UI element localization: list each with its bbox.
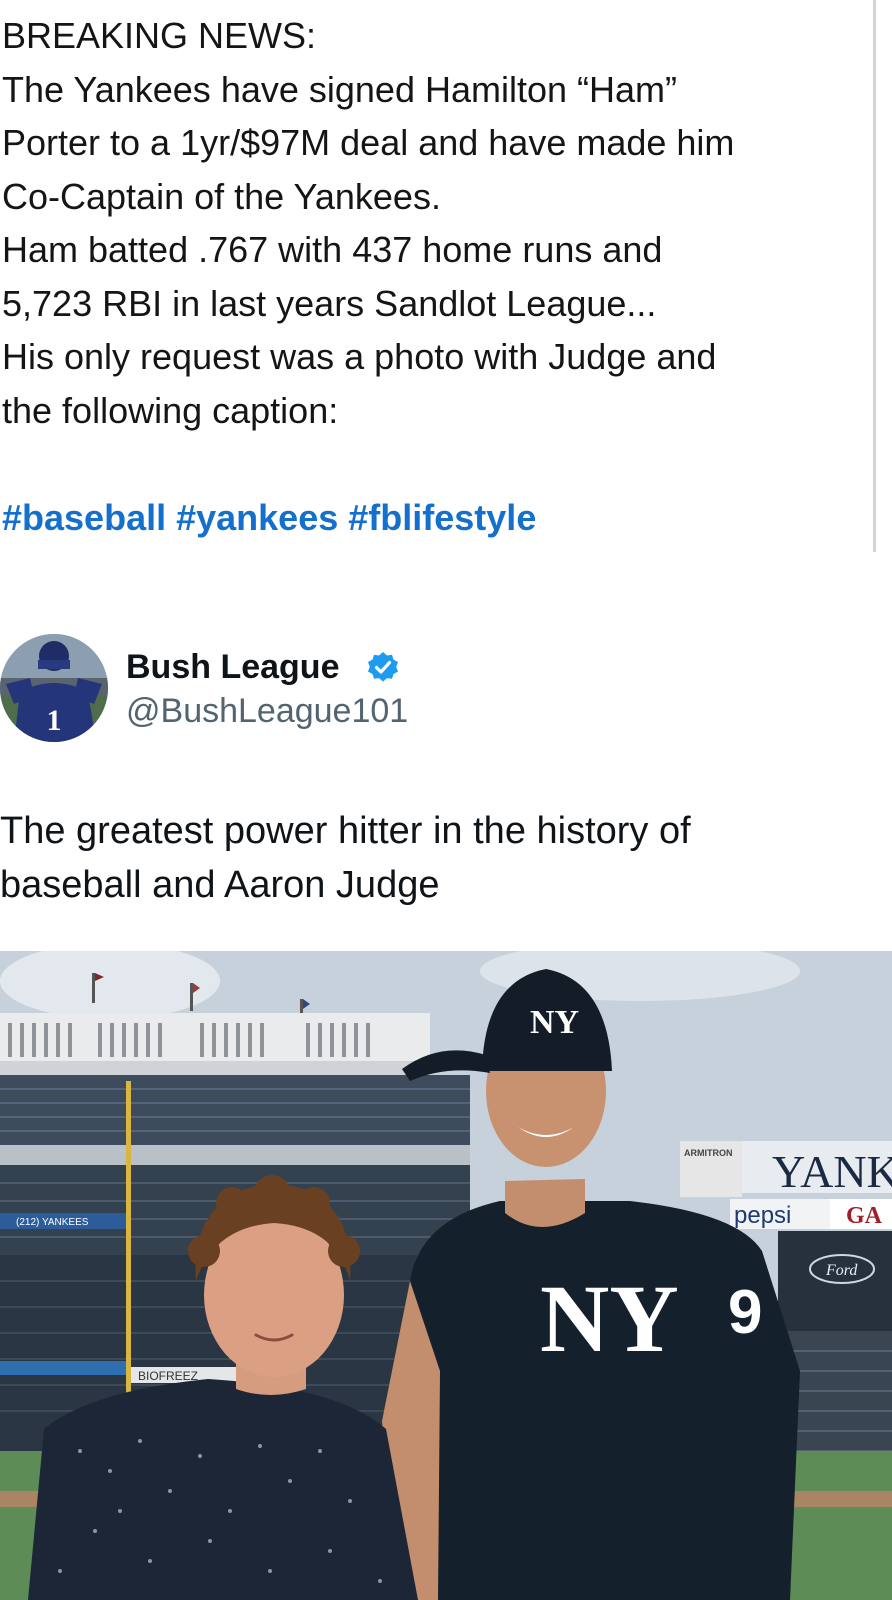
tweet-text-line: The greatest power hitter in the history… [0,810,691,852]
sign-ford: Ford [825,1262,858,1279]
tweet-photo[interactable]: (212) YANKEES BIOFREEZ ARMITRON YANK pep… [0,951,892,1600]
hashtag-baseball[interactable]: #baseball [2,497,166,538]
sign-yankees: YANK [772,1146,892,1197]
tweet-header: 1 Bush League @BushLeague101 [0,634,892,746]
post-body: BREAKING NEWS: The Yankees have signed H… [2,9,862,544]
hashtag-fblifestyle[interactable]: #fblifestyle [348,497,536,538]
avatar[interactable]: 1 [0,634,108,742]
sign-armitron: ARMITRON [684,1148,733,1158]
hashtag-row: #baseball #yankees #fblifestyle [2,491,862,545]
sign-biofreeze: BIOFREEZ [138,1369,198,1383]
verified-badge-icon [368,652,398,682]
post-line: the following caption: [2,389,339,431]
tweet-text-line: baseball and Aaron Judge [0,864,440,906]
post-line: Ham batted .767 with 437 home runs and [2,229,663,270]
post-line: BREAKING NEWS: [2,15,317,56]
sign-pepsi: pepsi [734,1202,791,1229]
post-line: Co-Captain of the Yankees. [2,175,441,217]
post-line: The Yankees have signed Hamilton “Ham” [2,68,677,110]
jersey-number: 9 [728,1278,762,1347]
scroll-rail[interactable] [873,0,876,552]
avatar-number: 1 [47,704,62,737]
post-line: Porter to a 1yr/$97M deal and have made … [2,122,735,163]
hashtag-yankees[interactable]: #yankees [176,497,338,538]
tweet-text: The greatest power hitter in the history… [0,804,880,912]
jersey-logo: NY [540,1265,679,1372]
post-line: His only request was a photo with Judge … [2,336,717,377]
screenshot-page: BREAKING NEWS: The Yankees have signed H… [0,0,892,1600]
author-handle[interactable]: @BushLeague101 [126,692,408,731]
embedded-tweet: 1 Bush League @BushLeague101 The greates… [0,634,892,906]
author-name[interactable]: Bush League [126,648,339,687]
cap-logo: NY [530,1004,579,1041]
post-line: 5,723 RBI in last years Sandlot League..… [2,282,657,324]
sign-ticket-phone: (212) YANKEES [16,1217,89,1228]
sign-gate: GA [846,1203,883,1229]
